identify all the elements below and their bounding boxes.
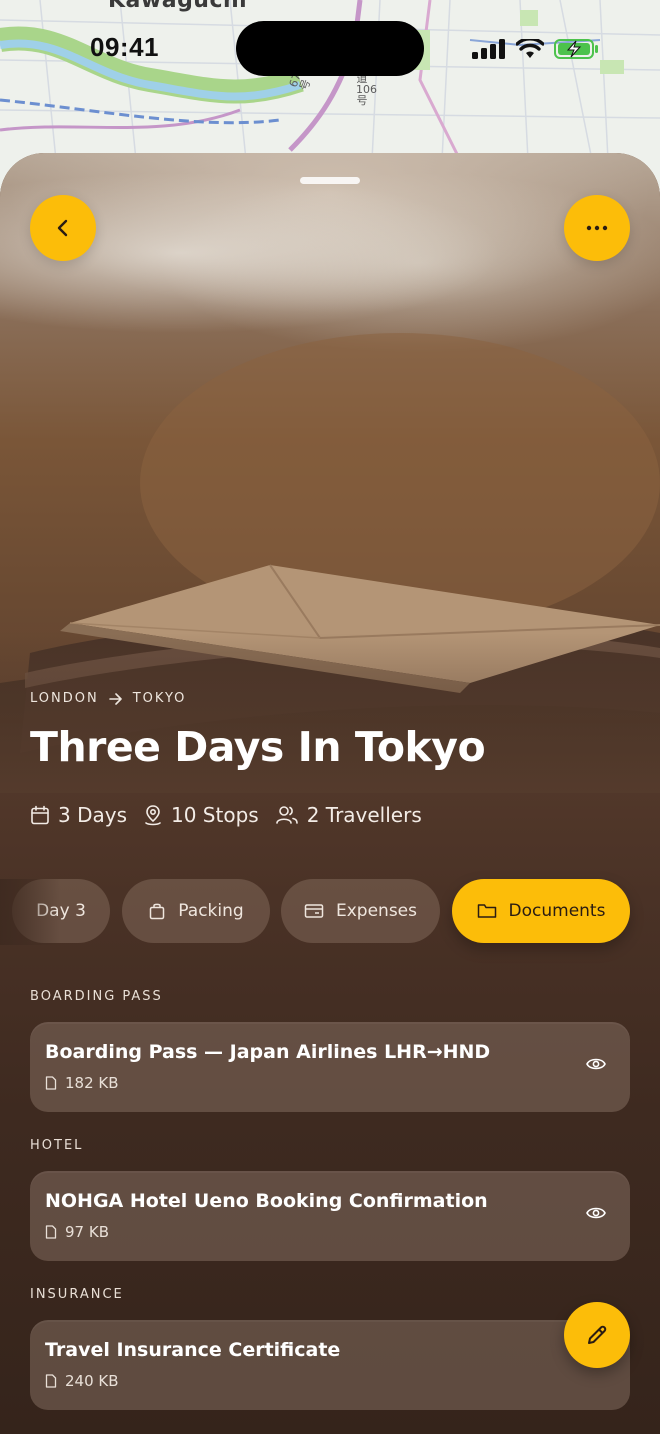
view-document-button[interactable] (586, 1056, 606, 1075)
more-options-button[interactable] (564, 195, 630, 261)
tab-packing-label: Packing (178, 901, 244, 921)
document-title: NOHGA Hotel Ueno Booking Confirmation (45, 1190, 488, 1212)
eye-icon (586, 1058, 606, 1070)
map-city-label: Kawaguchi (108, 0, 248, 13)
eye-icon (586, 1207, 606, 1219)
trip-tabs: Day 3 Packing Expenses Documents (0, 879, 660, 945)
view-document-button[interactable] (586, 1205, 606, 1224)
document-title: Travel Insurance Certificate (45, 1339, 341, 1361)
meta-days: 3 Days (30, 803, 127, 827)
location-pin-icon (145, 805, 161, 826)
meta-stops: 10 Stops (143, 803, 259, 827)
meta-days-label: 3 Days (58, 803, 127, 827)
wifi-icon (516, 39, 544, 58)
tab-day-3[interactable]: Day 3 (12, 879, 110, 943)
document-size-label: 182 KB (65, 1074, 119, 1092)
bag-icon (150, 903, 165, 920)
back-button[interactable] (30, 195, 96, 261)
tab-expenses[interactable]: Expenses (281, 879, 440, 943)
document-card-boarding-pass[interactable]: Boarding Pass — Japan Airlines LHR→HND 1… (30, 1022, 630, 1112)
document-card-hotel[interactable]: NOHGA Hotel Ueno Booking Confirmation 97… (30, 1171, 630, 1261)
file-icon (45, 1374, 57, 1388)
signal-icon (472, 39, 505, 59)
trip-meta: 3 Days 10 Stops 2 Travellers (30, 803, 422, 827)
edit-fab-button[interactable] (564, 1302, 630, 1368)
more-dots-icon (586, 225, 608, 231)
status-icons (472, 38, 600, 60)
meta-stops-label: 10 Stops (171, 803, 259, 827)
route-breadcrumb: LONDON TOKYO (30, 691, 186, 706)
folder-icon (477, 904, 496, 918)
dynamic-island (236, 21, 424, 76)
trip-title: Three Days In Tokyo (30, 723, 486, 771)
battery-charging-icon (554, 39, 598, 59)
tab-packing[interactable]: Packing (122, 879, 270, 943)
calendar-icon (31, 805, 49, 825)
document-card-insurance[interactable]: Travel Insurance Certificate 240 KB (30, 1320, 630, 1410)
file-icon (45, 1225, 57, 1239)
document-size: 240 KB (45, 1372, 119, 1390)
users-icon (275, 806, 298, 824)
chevron-left-icon (57, 219, 68, 237)
pencil-icon (588, 1325, 607, 1344)
meta-travellers: 2 Travellers (275, 803, 422, 827)
document-size-label: 240 KB (65, 1372, 119, 1390)
document-size: 97 KB (45, 1223, 109, 1241)
tab-day-3-label: Day 3 (36, 901, 86, 921)
section-label-insurance: INSURANCE (30, 1287, 124, 1302)
tab-expenses-label: Expenses (336, 901, 417, 921)
document-size: 182 KB (45, 1074, 119, 1092)
meta-travellers-label: 2 Travellers (306, 803, 422, 827)
document-title: Boarding Pass — Japan Airlines LHR→HND (45, 1041, 491, 1063)
tab-documents-label: Documents (508, 901, 606, 921)
card-icon (304, 904, 324, 918)
route-origin: LONDON (30, 691, 99, 706)
tab-documents[interactable]: Documents (452, 879, 630, 943)
document-size-label: 97 KB (65, 1223, 109, 1241)
trip-sheet: LONDON TOKYO Three Days In Tokyo 3 Days … (0, 153, 660, 1434)
section-label-boarding-pass: BOARDING PASS (30, 989, 163, 1004)
arrow-right-icon (108, 692, 122, 705)
sheet-grabber-handle[interactable] (300, 177, 360, 184)
file-icon (45, 1076, 57, 1090)
section-label-hotel: HOTEL (30, 1138, 84, 1153)
status-time: 09:41 (90, 32, 159, 62)
route-destination: TOKYO (132, 691, 187, 706)
